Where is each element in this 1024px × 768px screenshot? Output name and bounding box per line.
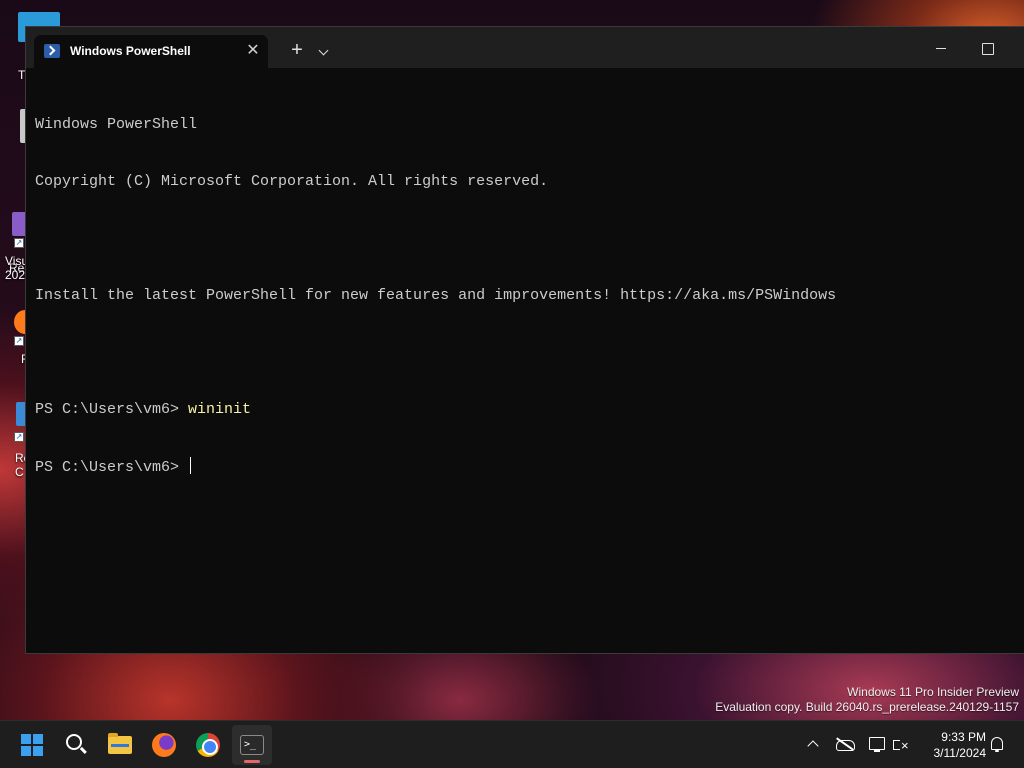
chrome-button[interactable]	[188, 725, 228, 765]
firefox-button[interactable]	[144, 725, 184, 765]
terminal-button[interactable]: >_	[232, 725, 272, 765]
tab-windows-powershell[interactable]: Windows PowerShell ✕	[34, 35, 268, 68]
start-button[interactable]	[12, 725, 52, 765]
tab-dropdown-button[interactable]	[312, 39, 336, 63]
clock[interactable]: 9:33 PM 3/11/2024	[918, 729, 987, 761]
volume-muted-icon[interactable]	[890, 733, 912, 757]
console-line: Copyright (C) Microsoft Corporation. All…	[35, 173, 549, 190]
file-explorer-button[interactable]	[100, 725, 140, 765]
network-icon[interactable]	[866, 733, 888, 755]
terminal-icon: >_	[240, 735, 264, 755]
text-cursor	[190, 457, 192, 474]
clock-date: 3/11/2024	[933, 746, 987, 760]
terminal-window[interactable]: Windows PowerShell ✕ + Windows PowerShel…	[25, 26, 1024, 654]
console-line: Windows PowerShell	[35, 116, 198, 133]
console-line: Install the latest PowerShell for new fe…	[35, 287, 837, 304]
console-command-line: PS C:\Users\vm6> wininit	[35, 400, 1015, 419]
tab-close-button[interactable]: ✕	[242, 40, 264, 62]
new-tab-button[interactable]: +	[284, 39, 310, 63]
shortcut-arrow-icon: ↗	[14, 336, 24, 346]
chrome-icon	[196, 733, 220, 757]
console-input-line[interactable]: PS C:\Users\vm6>	[35, 457, 1015, 476]
show-hidden-icons-button[interactable]	[802, 733, 824, 755]
prompt: PS C:\Users\vm6>	[35, 459, 189, 476]
watermark-line-1: Windows 11 Pro Insider Preview	[847, 685, 1019, 699]
shortcut-arrow-icon: ↗	[14, 238, 24, 248]
cloud-offline-icon[interactable]	[834, 733, 856, 755]
tab-title: Windows PowerShell	[70, 44, 191, 58]
notification-bell-icon[interactable]	[986, 733, 1008, 755]
command-text: wininit	[188, 401, 252, 418]
windows-logo-icon	[21, 734, 43, 756]
console-output[interactable]: Windows PowerShell Copyright (C) Microso…	[35, 77, 1015, 514]
shortcut-arrow-icon: ↗	[14, 432, 24, 442]
minimize-button[interactable]	[918, 35, 964, 63]
watermark-line-2: Evaluation copy. Build 26040.rs_prerelea…	[715, 700, 1019, 714]
taskbar: >_ 9:33 PM 3/11/2024	[0, 720, 1024, 768]
title-bar[interactable]: Windows PowerShell ✕ +	[26, 27, 1024, 68]
search-button[interactable]	[56, 725, 96, 765]
maximize-button[interactable]	[964, 35, 1010, 63]
clock-time: 9:33 PM	[941, 730, 986, 744]
evaluation-watermark: Windows 11 Pro Insider Preview Evaluatio…	[715, 685, 1019, 715]
active-app-indicator	[244, 760, 260, 763]
powershell-icon	[44, 44, 60, 58]
firefox-icon	[152, 733, 176, 757]
folder-icon	[108, 733, 132, 754]
search-icon	[66, 734, 82, 750]
prompt: PS C:\Users\vm6>	[35, 401, 189, 418]
